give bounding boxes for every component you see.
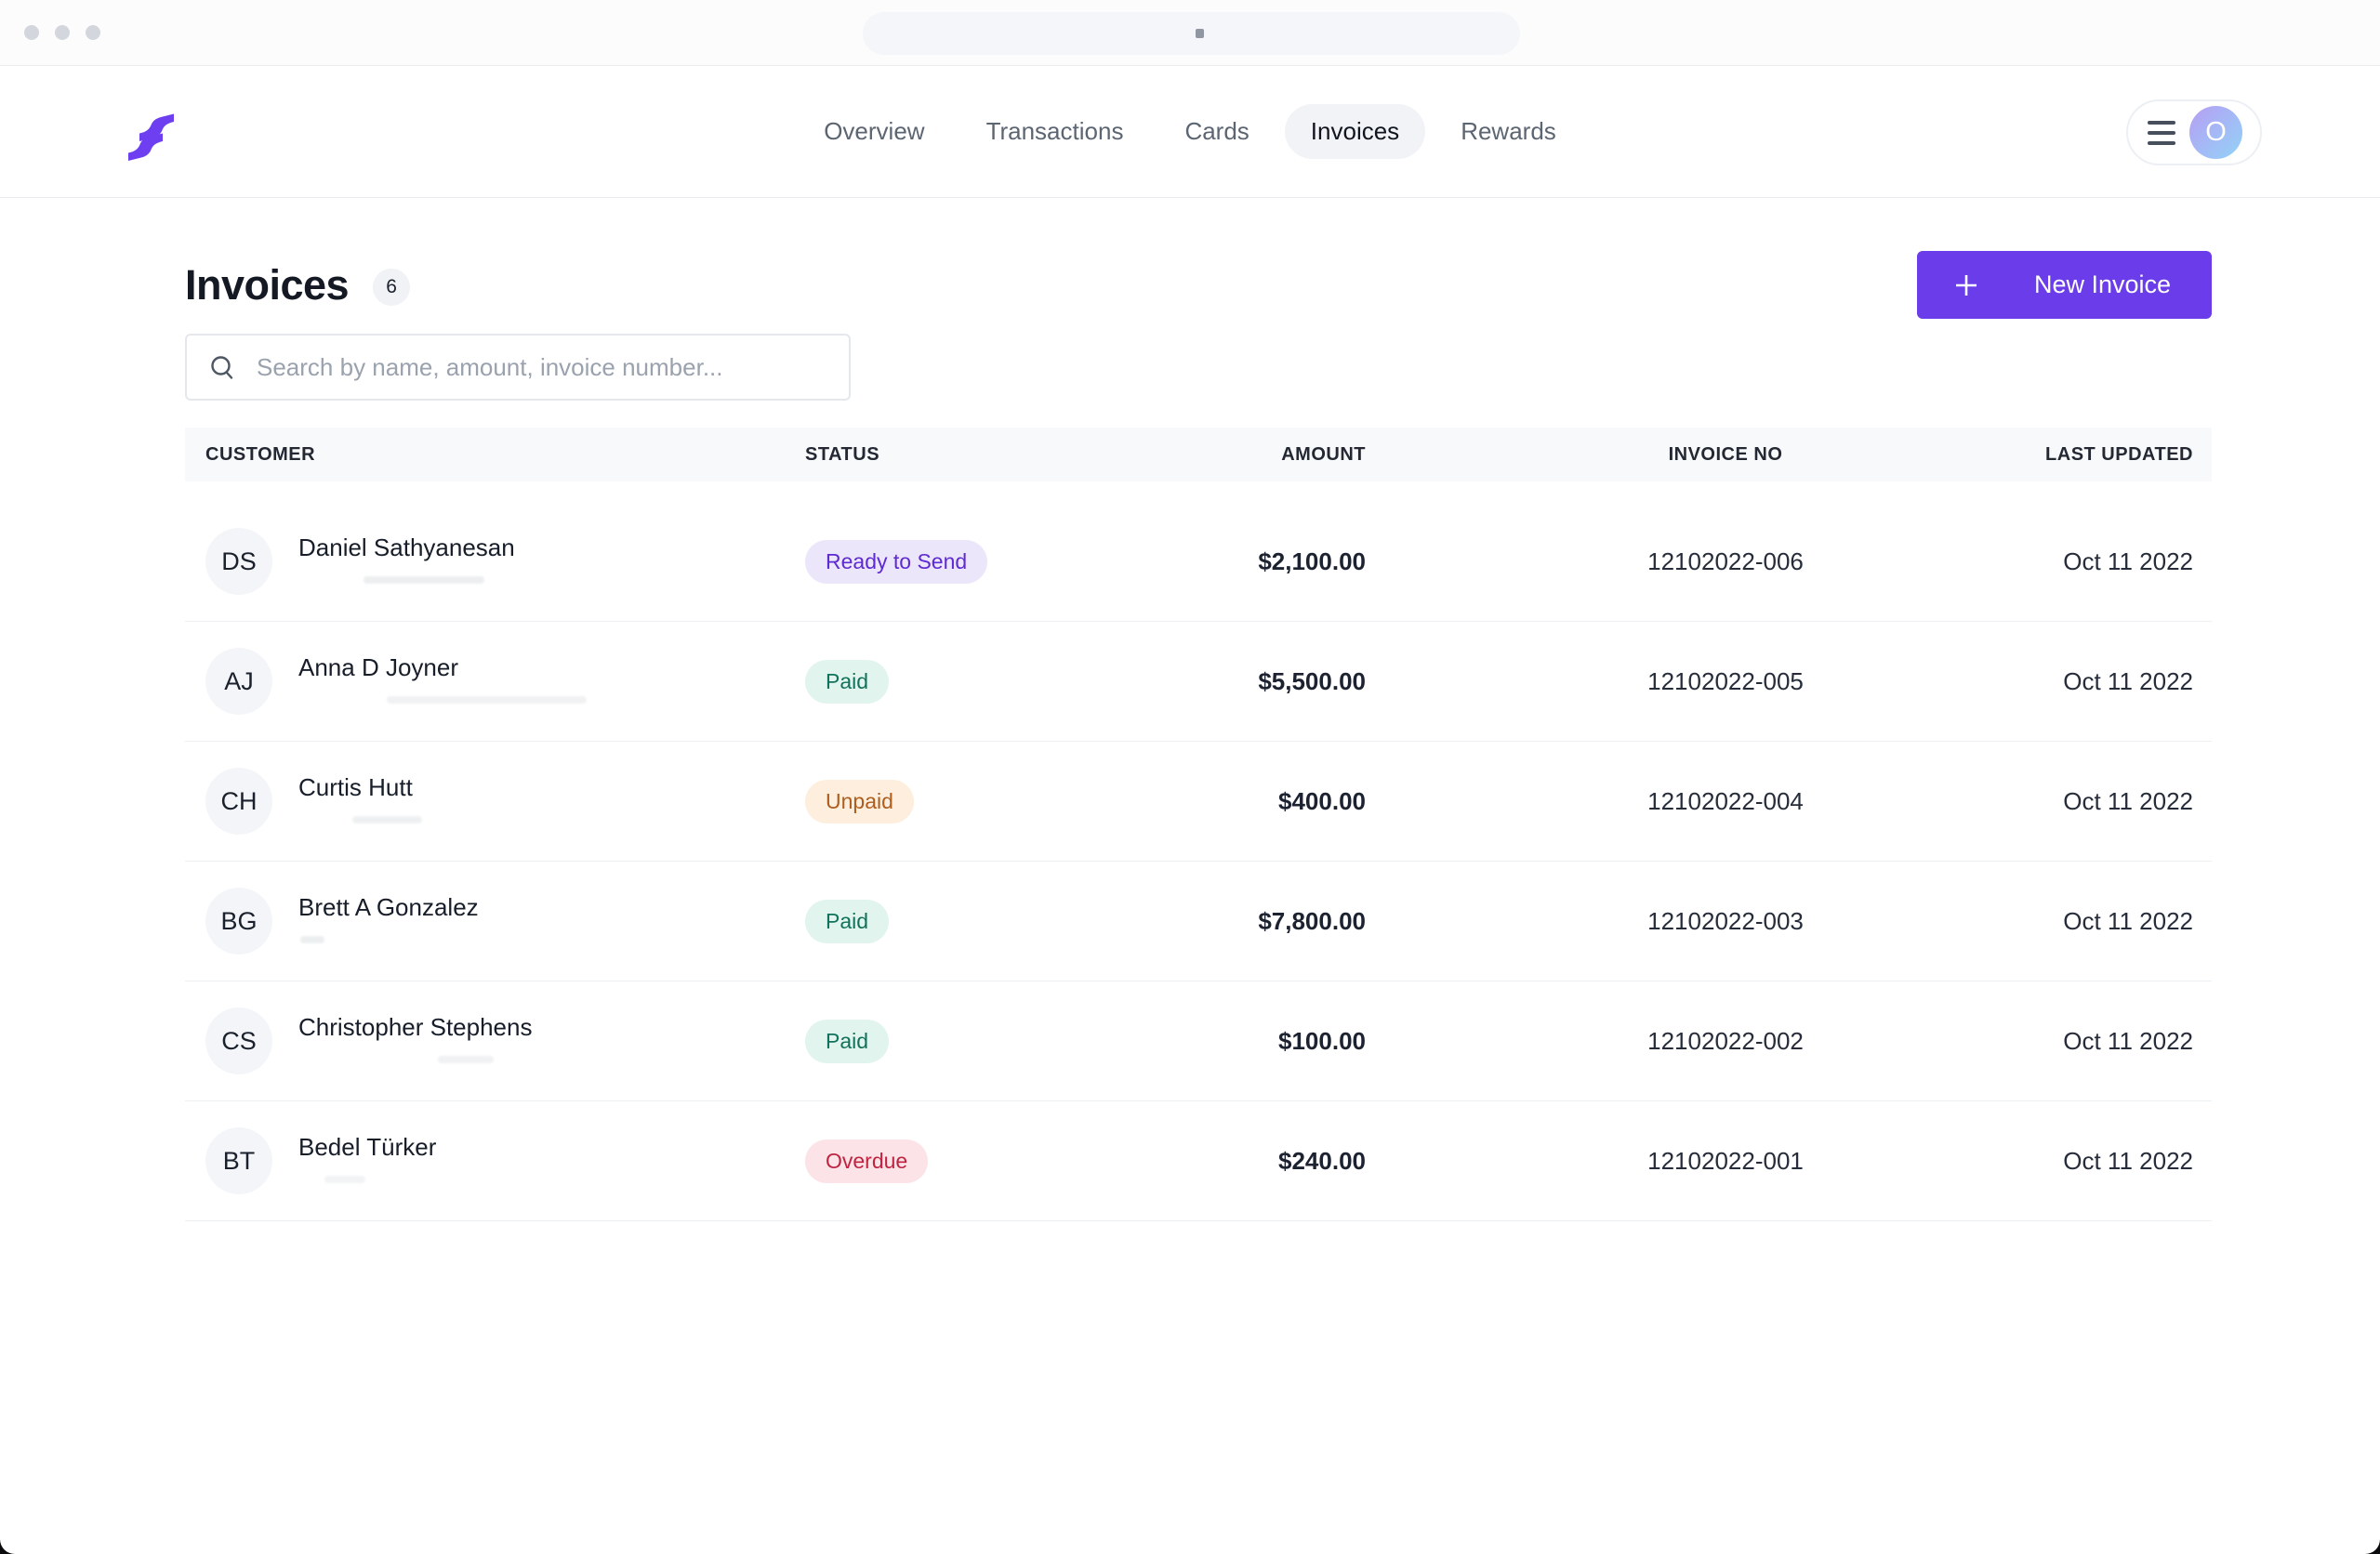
status-badge: Paid [805, 659, 890, 704]
customer-cell: AJ Anna D Joyner [205, 648, 805, 715]
column-header-invoice-no: INVOICE NO [1668, 443, 1783, 465]
table-header-row: CUSTOMER STATUS AMOUNT INVOICE NO LAST U… [185, 428, 2212, 481]
avatar: DS [205, 528, 272, 595]
main-nav: Overview Transactions Cards Invoices Rew… [798, 104, 1582, 159]
status-badge: Unpaid [805, 779, 914, 823]
customer-name: Christopher Stephens [298, 1012, 533, 1041]
status-cell: Paid [805, 1019, 1087, 1063]
redacted-subtitle [364, 576, 484, 585]
invoice-number: 12102022-001 [1647, 1146, 1804, 1175]
new-invoice-label: New Invoice [2034, 270, 2172, 298]
invoice-amount: $5,500.00 [1258, 666, 1366, 695]
status-badge: Paid [805, 1019, 890, 1063]
redacted-subtitle [352, 816, 422, 824]
customer-cell: CS Christopher Stephens [205, 1007, 805, 1074]
invoice-amount: $7,800.00 [1258, 906, 1366, 935]
invoice-amount: $100.00 [1278, 1026, 1366, 1055]
user-avatar: O [2189, 106, 2242, 159]
hamburger-icon [2148, 120, 2175, 145]
customer-name: Brett A Gonzalez [298, 892, 479, 921]
invoice-number: 12102022-003 [1647, 906, 1804, 935]
account-menu-button[interactable]: O [2126, 99, 2262, 165]
status-cell: Ready to Send [805, 539, 1087, 584]
last-updated: Oct 11 2022 [2063, 906, 2193, 935]
avatar: AJ [205, 648, 272, 715]
invoice-amount: $400.00 [1278, 786, 1366, 815]
last-updated: Oct 11 2022 [2063, 666, 2193, 695]
search-box [185, 334, 851, 401]
table-row[interactable]: CH Curtis Hutt Unpaid $400.00 12102022-0… [185, 742, 2212, 862]
last-updated: Oct 11 2022 [2063, 1146, 2193, 1175]
last-updated: Oct 11 2022 [2063, 786, 2193, 815]
avatar: CS [205, 1007, 272, 1074]
window-zoom-icon[interactable] [86, 25, 100, 40]
browser-chrome [0, 0, 2380, 66]
column-header-last-updated: LAST UPDATED [2045, 443, 2193, 465]
invoice-number: 12102022-002 [1647, 1026, 1804, 1055]
title-bar: Invoices 6 New Invoice [185, 251, 2212, 319]
plus-icon [1956, 274, 1977, 296]
status-badge: Overdue [805, 1139, 929, 1183]
redacted-subtitle [324, 1176, 365, 1184]
brand-logo-icon[interactable] [128, 112, 175, 162]
customer-cell: BT Bedel Türker [205, 1127, 805, 1194]
table-row[interactable]: CS Christopher Stephens Paid $100.00 121… [185, 981, 2212, 1101]
nav-item[interactable]: Rewards [1435, 104, 1582, 159]
customer-name: Anna D Joyner [298, 652, 458, 681]
redacted-subtitle [300, 936, 324, 944]
invoice-number: 12102022-005 [1647, 666, 1804, 695]
window-minimize-icon[interactable] [55, 25, 70, 40]
last-updated: Oct 11 2022 [2063, 1026, 2193, 1055]
invoice-table-body: DS Daniel Sathyanesan Ready to Send $2,1… [185, 502, 2212, 1221]
invoice-number: 12102022-006 [1647, 547, 1804, 575]
customer-name: Daniel Sathyanesan [298, 533, 515, 561]
status-cell: Unpaid [805, 779, 1087, 823]
column-header-amount: AMOUNT [1281, 443, 1366, 465]
invoice-amount: $240.00 [1278, 1146, 1366, 1175]
column-header-status: STATUS [805, 443, 880, 465]
invoice-amount: $2,100.00 [1258, 547, 1366, 575]
avatar: CH [205, 768, 272, 835]
customer-cell: DS Daniel Sathyanesan [205, 528, 805, 595]
customer-cell: CH Curtis Hutt [205, 768, 805, 835]
page-title: Invoices [185, 260, 350, 309]
table-row[interactable]: AJ Anna D Joyner Paid $5,500.00 12102022… [185, 622, 2212, 742]
search-icon [211, 355, 233, 379]
favicon-icon [1196, 29, 1204, 38]
invoice-count-badge: 6 [373, 268, 411, 306]
avatar: BT [205, 1127, 272, 1194]
nav-item[interactable]: Overview [798, 104, 950, 159]
avatar: BG [205, 888, 272, 955]
invoice-number: 12102022-004 [1647, 786, 1804, 815]
status-cell: Overdue [805, 1139, 1087, 1183]
status-cell: Paid [805, 659, 1087, 704]
address-bar[interactable] [863, 12, 1520, 55]
nav-item[interactable]: Cards [1158, 104, 1275, 159]
invoices-page: Invoices 6 New Invoice CUSTOMER STATUS A… [0, 198, 2380, 1221]
customer-name: Bedel Türker [298, 1132, 437, 1161]
customer-name: Curtis Hutt [298, 772, 413, 801]
search-input[interactable] [255, 351, 826, 383]
nav-item[interactable]: Transactions [960, 104, 1150, 159]
table-row[interactable]: BT Bedel Türker Overdue $240.00 12102022… [185, 1101, 2212, 1221]
window-close-icon[interactable] [24, 25, 39, 40]
table-row[interactable]: DS Daniel Sathyanesan Ready to Send $2,1… [185, 502, 2212, 622]
redacted-subtitle [438, 1056, 494, 1064]
status-badge: Ready to Send [805, 539, 988, 584]
new-invoice-button[interactable]: New Invoice [1917, 251, 2212, 319]
redacted-subtitle [387, 696, 587, 705]
column-header-customer: CUSTOMER [205, 443, 316, 465]
nav-item[interactable]: Invoices [1284, 104, 1426, 159]
app-header: Overview Transactions Cards Invoices Rew… [0, 66, 2380, 198]
last-updated: Oct 11 2022 [2063, 547, 2193, 575]
browser-window: { "chrome": { "url_value": "" }, "header… [0, 0, 2380, 1554]
status-badge: Paid [805, 899, 890, 943]
customer-cell: BG Brett A Gonzalez [205, 888, 805, 955]
window-controls[interactable] [24, 25, 100, 40]
status-cell: Paid [805, 899, 1087, 943]
table-row[interactable]: BG Brett A Gonzalez Paid $7,800.00 12102… [185, 862, 2212, 981]
